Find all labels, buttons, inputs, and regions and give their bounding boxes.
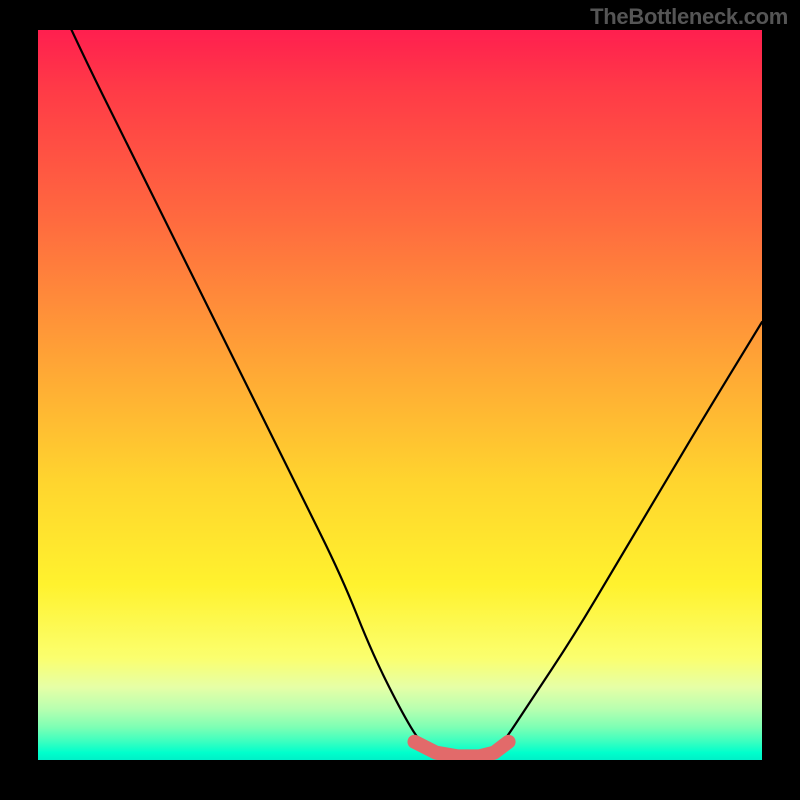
plot-area <box>38 30 762 760</box>
curve-layer <box>38 30 762 760</box>
chart-frame: TheBottleneck.com <box>0 0 800 800</box>
flat-bottom-marker <box>414 742 508 757</box>
watermark-text: TheBottleneck.com <box>590 4 788 30</box>
bottleneck-curve <box>38 30 762 760</box>
